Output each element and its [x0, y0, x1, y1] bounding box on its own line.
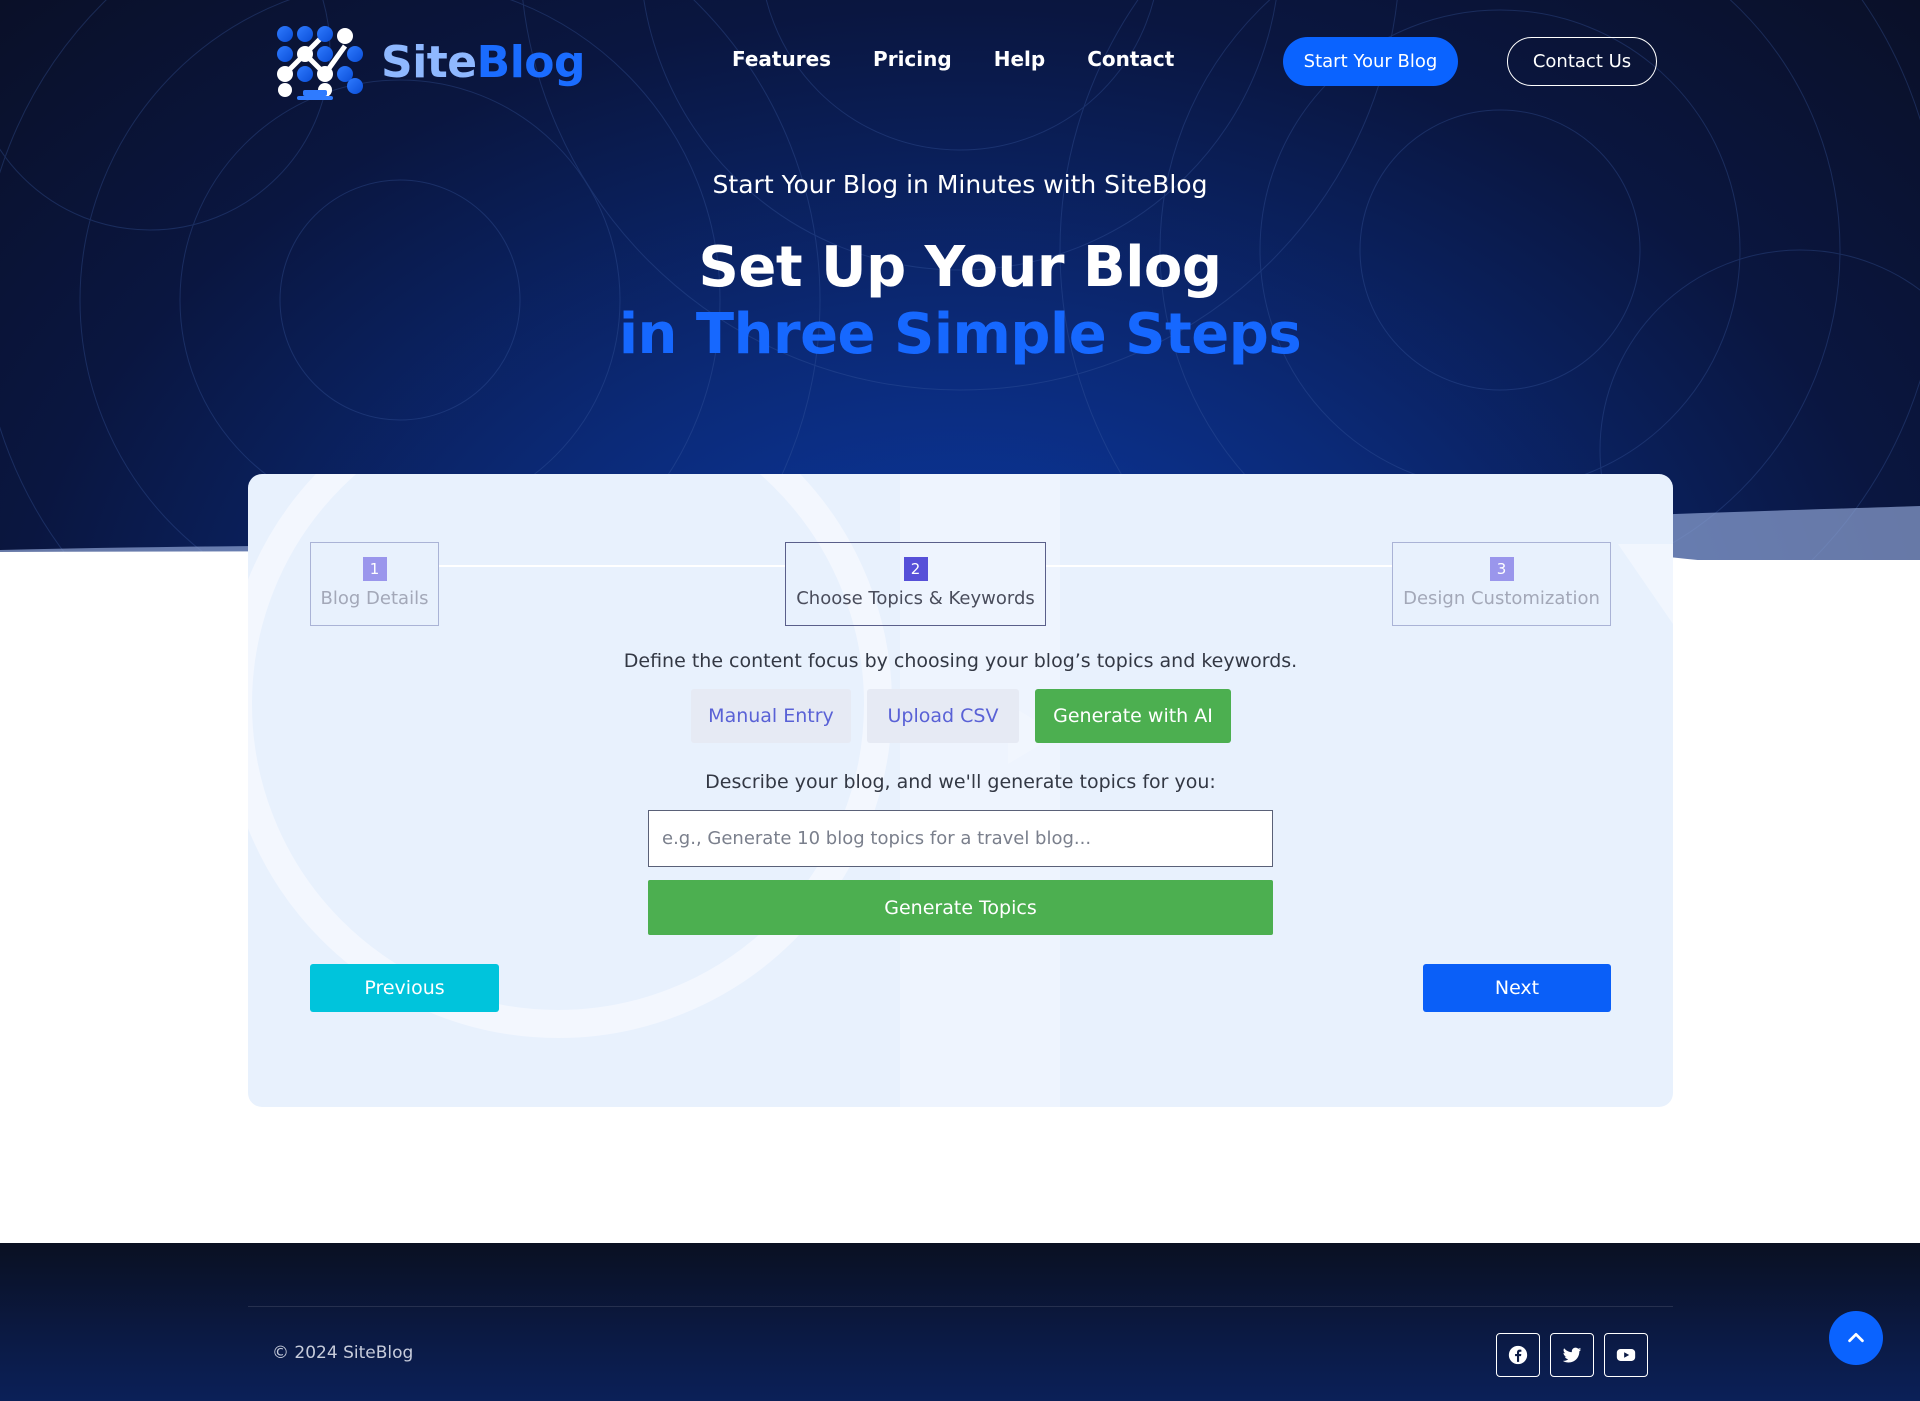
- next-button[interactable]: Next: [1423, 964, 1611, 1012]
- step-label: Design Customization: [1403, 588, 1600, 609]
- hero-title-highlight: in Three Simple Steps: [618, 302, 1302, 367]
- start-your-blog-button[interactable]: Start Your Blog: [1283, 37, 1458, 86]
- main-nav: Features Pricing Help Contact: [732, 47, 1174, 71]
- twitter-icon: [1562, 1347, 1582, 1363]
- hero-title: Set Up Your Blog: [698, 235, 1222, 300]
- scroll-to-top-button[interactable]: [1829, 1311, 1883, 1365]
- facebook-link[interactable]: [1496, 1333, 1540, 1377]
- step-blog-details[interactable]: 1 Blog Details: [310, 542, 439, 626]
- step-connector-2: [1046, 565, 1392, 567]
- step-label: Choose Topics & Keywords: [796, 588, 1035, 609]
- step-connector-1: [439, 565, 785, 567]
- step-design-customization[interactable]: 3 Design Customization: [1392, 542, 1611, 626]
- youtube-link[interactable]: [1604, 1333, 1648, 1377]
- brand-name: SiteBlog: [381, 36, 586, 88]
- nav-link-contact[interactable]: Contact: [1087, 47, 1174, 71]
- nav-link-features[interactable]: Features: [732, 47, 831, 71]
- brand-logo[interactable]: SiteBlog: [275, 24, 586, 100]
- chevron-up-icon: [1848, 1332, 1864, 1343]
- logo-network-icon: [277, 26, 363, 100]
- step-number: 1: [362, 557, 387, 581]
- page-footer: © 2024 SiteBlog: [0, 1243, 1920, 1401]
- ai-prompt-label: Describe your blog, and we'll generate t…: [705, 771, 1216, 793]
- tab-upload-csv[interactable]: Upload CSV: [867, 689, 1019, 743]
- hero-subtitle: Start Your Blog in Minutes with SiteBlog: [712, 170, 1208, 199]
- tab-generate-with-ai[interactable]: Generate with AI: [1035, 689, 1231, 743]
- ai-prompt-input[interactable]: [648, 810, 1273, 867]
- twitter-link[interactable]: [1550, 1333, 1594, 1377]
- previous-button[interactable]: Previous: [310, 964, 499, 1012]
- step-number: 2: [903, 557, 928, 581]
- contact-us-button[interactable]: Contact Us: [1507, 37, 1657, 86]
- youtube-icon: [1616, 1349, 1636, 1361]
- setup-wizard-card: 1 Blog Details 2 Choose Topics & Keyword…: [248, 474, 1673, 1107]
- tab-manual-entry[interactable]: Manual Entry: [691, 689, 851, 743]
- footer-divider: [248, 1306, 1673, 1307]
- step-choose-topics[interactable]: 2 Choose Topics & Keywords: [785, 542, 1046, 626]
- generate-topics-button[interactable]: Generate Topics: [648, 880, 1273, 935]
- step-number: 3: [1489, 557, 1514, 581]
- facebook-icon: [1508, 1345, 1528, 1365]
- nav-link-help[interactable]: Help: [994, 47, 1045, 71]
- step-label: Blog Details: [320, 588, 429, 609]
- nav-link-pricing[interactable]: Pricing: [873, 47, 952, 71]
- copyright-text: © 2024 SiteBlog: [272, 1343, 414, 1363]
- step-description: Define the content focus by choosing you…: [623, 650, 1298, 672]
